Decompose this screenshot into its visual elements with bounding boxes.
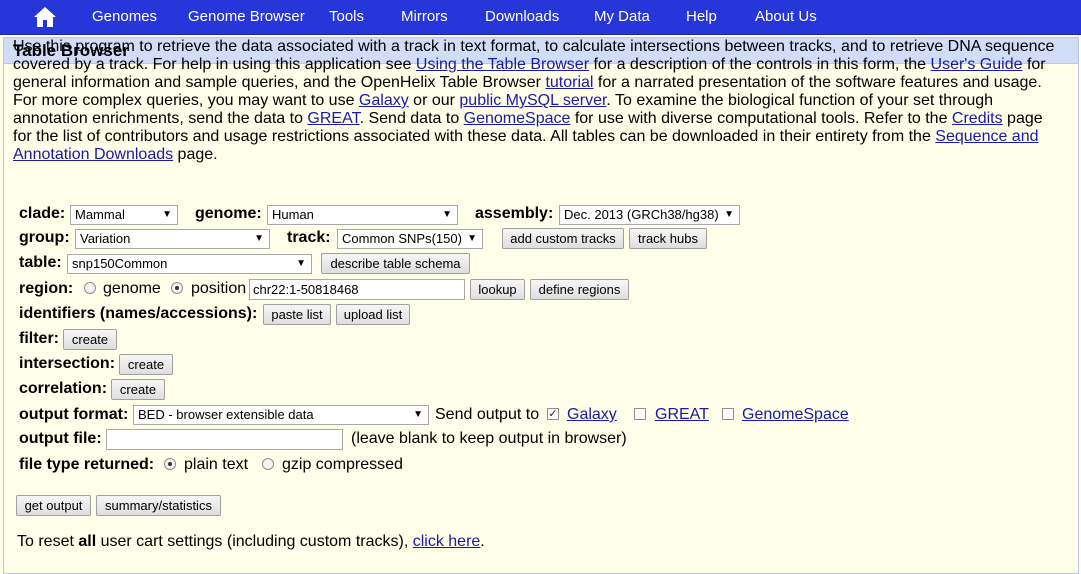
- describe-table-schema-button[interactable]: describe table schema: [321, 253, 470, 274]
- define-regions-button[interactable]: define regions: [530, 279, 629, 300]
- region-genome-radio[interactable]: [84, 282, 96, 294]
- nav-my-data[interactable]: My Data: [594, 8, 650, 26]
- intro-text: for use with diverse computational tools…: [570, 110, 952, 127]
- reset-bold-all: all: [78, 533, 97, 550]
- send-output-to-label: Send output to: [435, 406, 540, 423]
- output-format-value: BED - browser extensible data: [138, 407, 314, 422]
- region-genome-label: genome: [103, 280, 161, 297]
- clade-value: Mammal: [75, 207, 125, 222]
- chevron-down-icon: ▼: [296, 258, 306, 269]
- gzip-radio[interactable]: [262, 458, 274, 470]
- users-guide-link[interactable]: User's Guide: [931, 56, 1023, 73]
- galaxy-checkbox[interactable]: ✓: [547, 408, 559, 420]
- region-position-radio[interactable]: [171, 282, 183, 294]
- assembly-select[interactable]: Dec. 2013 (GRCh38/hg38) ▼: [559, 205, 740, 225]
- lookup-button[interactable]: lookup: [470, 279, 525, 300]
- track-hubs-button[interactable]: track hubs: [629, 228, 707, 249]
- clade-select[interactable]: Mammal ▼: [70, 205, 178, 225]
- intro-text: . Send data to: [359, 110, 464, 127]
- filter-create-button[interactable]: create: [63, 329, 117, 350]
- genomespace-output-link[interactable]: GenomeSpace: [742, 406, 849, 424]
- nav-genome-browser[interactable]: Genome Browser: [188, 8, 305, 26]
- output-file-label: output file:: [19, 430, 102, 447]
- tutorial-link[interactable]: tutorial: [545, 74, 593, 91]
- table-label: table:: [19, 254, 62, 271]
- intro-paragraph: Use this program to retrieve the data as…: [13, 38, 1058, 164]
- output-format-select[interactable]: BED - browser extensible data ▼: [133, 405, 429, 425]
- great-checkbox[interactable]: [634, 408, 646, 420]
- galaxy-output-link[interactable]: Galaxy: [567, 406, 617, 424]
- chevron-down-icon: ▼: [724, 209, 734, 220]
- table-select[interactable]: snp150Common ▼: [67, 254, 312, 274]
- intro-text: or our: [408, 92, 460, 109]
- region-position-label: position: [191, 280, 247, 297]
- assembly-value: Dec. 2013 (GRCh38/hg38): [564, 207, 719, 222]
- reset-click-here-link[interactable]: click here: [413, 533, 481, 550]
- summary-statistics-button[interactable]: summary/statistics: [96, 495, 221, 516]
- track-value: Common SNPs(150): [342, 231, 462, 246]
- reset-text: .: [480, 533, 485, 550]
- chevron-down-icon: ▼: [413, 409, 423, 420]
- output-format-label: output format:: [19, 406, 129, 423]
- top-navbar: Genomes Genome Browser Tools Mirrors Dow…: [0, 0, 1081, 35]
- add-custom-tracks-button[interactable]: add custom tracks: [502, 228, 624, 249]
- position-input[interactable]: chr22:1-50818468: [249, 279, 465, 300]
- correlation-create-button[interactable]: create: [111, 379, 165, 400]
- clade-label: clade:: [19, 205, 66, 222]
- intro-text: for a description of the controls in thi…: [589, 56, 931, 73]
- gzip-label: gzip compressed: [282, 456, 403, 473]
- nav-help[interactable]: Help: [686, 8, 717, 26]
- table-value: snp150Common: [72, 256, 168, 271]
- chevron-down-icon: ▼: [442, 209, 452, 220]
- genome-value: Human: [272, 207, 314, 222]
- paste-list-button[interactable]: paste list: [263, 304, 331, 325]
- nav-genomes[interactable]: Genomes: [92, 8, 157, 26]
- genomespace-link[interactable]: GenomeSpace: [464, 110, 571, 127]
- nav-tools[interactable]: Tools: [329, 8, 364, 26]
- output-file-hint: (leave blank to keep output in browser): [351, 430, 627, 447]
- nav-about-us[interactable]: About Us: [755, 8, 817, 26]
- reset-text: To reset: [17, 533, 79, 550]
- using-table-browser-link[interactable]: Using the Table Browser: [416, 56, 589, 73]
- credits-link[interactable]: Credits: [952, 110, 1003, 127]
- reset-text: user cart settings (including custom tra…: [96, 533, 413, 550]
- identifiers-label: identifiers (names/accessions):: [19, 305, 258, 322]
- region-label: region:: [19, 280, 74, 297]
- upload-list-button[interactable]: upload list: [336, 304, 410, 325]
- chevron-down-icon: ▼: [254, 233, 264, 244]
- get-output-button[interactable]: get output: [16, 495, 91, 516]
- great-link[interactable]: GREAT: [307, 110, 359, 127]
- genomespace-checkbox[interactable]: [722, 408, 734, 420]
- file-type-label: file type returned:: [19, 456, 155, 473]
- group-label: group:: [19, 229, 70, 246]
- nav-downloads[interactable]: Downloads: [485, 8, 559, 26]
- galaxy-link[interactable]: Galaxy: [359, 92, 409, 109]
- filter-label: filter:: [19, 330, 59, 347]
- plain-text-radio[interactable]: [164, 458, 176, 470]
- output-file-input[interactable]: [106, 429, 343, 450]
- group-select[interactable]: Variation ▼: [75, 229, 270, 249]
- correlation-label: correlation:: [19, 380, 108, 397]
- home-icon[interactable]: [33, 6, 57, 28]
- intersection-label: intersection:: [19, 355, 116, 372]
- mysql-server-link[interactable]: public MySQL server: [459, 92, 606, 109]
- track-label: track:: [287, 229, 331, 246]
- group-value: Variation: [80, 231, 131, 246]
- nav-mirrors[interactable]: Mirrors: [401, 8, 448, 26]
- intersection-create-button[interactable]: create: [119, 354, 173, 375]
- chevron-down-icon: ▼: [162, 209, 172, 220]
- assembly-label: assembly:: [475, 205, 554, 222]
- plain-text-label: plain text: [184, 456, 249, 473]
- reset-cart-line: To reset all user cart settings (includi…: [17, 533, 485, 551]
- great-output-link[interactable]: GREAT: [655, 406, 709, 424]
- genome-select[interactable]: Human ▼: [267, 205, 458, 225]
- genome-label: genome:: [195, 205, 262, 222]
- track-select[interactable]: Common SNPs(150) ▼: [337, 229, 483, 249]
- chevron-down-icon: ▼: [467, 233, 477, 244]
- intro-text: page.: [173, 146, 218, 163]
